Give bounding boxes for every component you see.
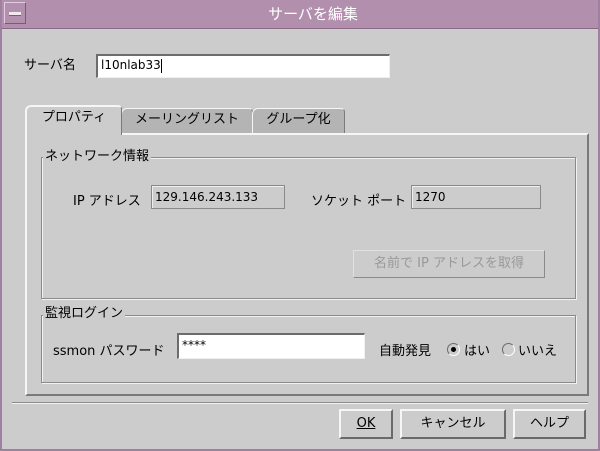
ok-button[interactable]: OK [339,409,393,439]
server-name-label: サーバ名 [24,58,76,73]
ip-address-field: 129.146.243.133 [151,185,285,209]
ssmon-password-label: ssmon パスワード [53,344,165,359]
title-bar[interactable]: サーバを編集 [2,0,598,29]
radio-selected-dot [451,347,456,352]
help-button[interactable]: ヘルプ [513,409,586,439]
edit-server-dialog: サーバを編集 サーバ名 l10nlab33 プロパティ メーリングリスト グルー… [0,0,600,451]
window-menu-icon [9,12,21,16]
socket-port-label: ソケット ポート [311,194,407,209]
window-title: サーバを編集 [268,5,358,23]
cancel-button[interactable]: キャンセル [400,409,506,439]
window-menu-button[interactable] [4,2,26,24]
auto-detect-yes-label[interactable]: はい [464,340,490,359]
ok-button-label: OK [356,416,376,431]
tab-mailing-list[interactable]: メーリングリスト [121,108,253,133]
server-name-input[interactable]: l10nlab33 [96,54,390,78]
ip-address-label: IP アドレス [73,194,141,209]
socket-port-field: 1270 [411,185,541,209]
auto-detect-yes-radio[interactable] [447,343,460,356]
auto-detect-no-label[interactable]: いいえ [518,340,557,359]
network-info-title: ネットワーク情報 [43,149,152,165]
get-ip-by-name-button[interactable]: 名前で IP アドレスを取得 [353,250,545,278]
properties-panel: ネットワーク情報 IP アドレス 129.146.243.133 ソケット ポー… [25,133,589,396]
auto-detect-no-radio[interactable] [502,343,515,356]
ssmon-password-input[interactable]: **** [177,333,365,359]
separator-highlight [12,403,588,404]
auto-detect-label: 自動発見 [379,344,432,359]
server-name-value: l10nlab33 [101,58,161,72]
text-cursor [160,58,162,73]
tab-properties[interactable]: プロパティ [25,105,122,135]
tab-grouping[interactable]: グループ化 [252,108,345,133]
monitor-login-title: 監視ログイン [43,306,126,322]
